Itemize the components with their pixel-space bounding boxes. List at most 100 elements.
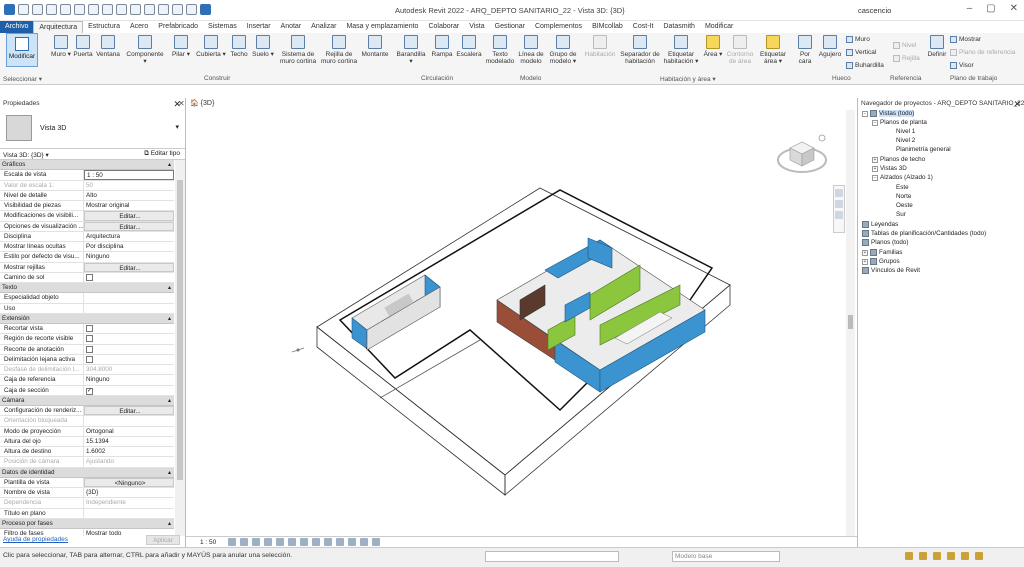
thin-lines-icon[interactable]	[186, 4, 197, 15]
property-group-header[interactable]: Cámara ▴	[0, 395, 174, 406]
component-button[interactable]: Componente ▾	[124, 35, 166, 65]
set-workplane-button[interactable]: Definir	[926, 35, 948, 58]
property-value[interactable]	[84, 293, 174, 302]
property-group-header[interactable]: Extensión ▴	[0, 313, 174, 324]
select-links-icon[interactable]	[905, 552, 913, 560]
switch-windows-icon[interactable]	[200, 4, 211, 15]
area-boundary-button[interactable]: Contorno de área	[724, 35, 756, 65]
edit-type-button[interactable]: ⧉ Editar tipo	[144, 150, 180, 158]
chevron-down-icon[interactable]: ▾	[175, 123, 179, 131]
modify-button[interactable]: Modificar	[6, 33, 38, 67]
tree-node[interactable]: Planimetría general	[896, 146, 951, 153]
stair-button[interactable]: Escalera	[456, 35, 482, 58]
tab-gestionar[interactable]: Gestionar	[490, 21, 530, 33]
collapse-icon[interactable]: ▴	[168, 519, 171, 529]
view-scrollbar[interactable]	[846, 110, 855, 536]
tab-estructura[interactable]: Estructura	[83, 21, 125, 33]
property-value[interactable]: Alto	[84, 191, 174, 200]
property-value[interactable]: Editar...	[84, 211, 174, 221]
property-value[interactable]: Editar...	[84, 406, 174, 416]
ramp-button[interactable]: Rampa	[430, 35, 454, 58]
close-view-icon[interactable]: ✕	[178, 99, 185, 108]
open-icon[interactable]	[18, 4, 29, 15]
tree-node[interactable]: − Alzados (Alzado 1)	[872, 174, 933, 181]
pan-icon[interactable]	[835, 211, 843, 219]
property-value[interactable]: Ninguno	[84, 252, 174, 261]
property-value[interactable]: Por disciplina	[84, 242, 174, 251]
tree-node[interactable]: Oeste	[896, 202, 913, 209]
undo-icon[interactable]	[60, 4, 71, 15]
ceiling-button[interactable]: Techo	[228, 35, 250, 58]
sun-path-icon[interactable]	[252, 538, 260, 546]
show-crop-icon[interactable]	[300, 538, 308, 546]
visual-style-icon[interactable]	[240, 538, 248, 546]
tab-sistemas[interactable]: Sistemas	[203, 21, 242, 33]
tab-datasmith[interactable]: Datasmith	[658, 21, 700, 33]
tab-colaborar[interactable]: Colaborar	[423, 21, 464, 33]
tag-room-button[interactable]: Etiquetar habitación ▾	[662, 35, 700, 65]
print-icon[interactable]	[88, 4, 99, 15]
wall-button[interactable]: Muro ▾	[50, 35, 72, 58]
property-value[interactable]: 1.6002	[84, 447, 174, 456]
tree-node[interactable]: Este	[896, 184, 909, 191]
tab-vista[interactable]: Vista	[464, 21, 489, 33]
property-value[interactable]	[84, 509, 174, 518]
viewcube[interactable]	[776, 130, 828, 180]
tab-anotar[interactable]: Anotar	[276, 21, 307, 33]
area-button[interactable]: Área ▾	[702, 35, 724, 58]
checkbox[interactable]	[86, 335, 93, 343]
scroll-thumb[interactable]	[177, 180, 183, 480]
checkbox[interactable]	[86, 273, 93, 281]
panel-habitacion-area[interactable]: Habitación y área ▾	[660, 75, 716, 83]
instance-filter[interactable]: Vista 3D: {3D} ▾ ⧉ Editar tipo	[0, 149, 185, 160]
measure-icon[interactable]	[102, 4, 113, 15]
close-icon[interactable]: ✕	[1013, 99, 1021, 110]
model-text-button[interactable]: Texto modelado	[484, 35, 516, 65]
steering-wheel-icon[interactable]	[835, 189, 843, 197]
tab-complementos[interactable]: Complementos	[530, 21, 587, 33]
curtain-system-button[interactable]: Sistema de muro cortina	[276, 35, 320, 65]
tab-cost-it[interactable]: Cost-It	[628, 21, 659, 33]
property-value[interactable]: Ortogonal	[84, 427, 174, 436]
select-dropdown[interactable]: Seleccionar ▾	[3, 75, 42, 83]
railing-button[interactable]: Barandilla ▾	[396, 35, 426, 65]
tab-analizar[interactable]: Analizar	[306, 21, 341, 33]
checkbox[interactable]	[86, 325, 93, 332]
save-icon[interactable]	[32, 4, 43, 15]
tab-bimcollab[interactable]: BIMcollab	[587, 21, 628, 33]
design-option-selector[interactable]: Modelo base	[672, 551, 780, 562]
property-group-header[interactable]: Gráficos ▴	[0, 160, 174, 171]
property-value[interactable]: 15.1394	[84, 437, 174, 446]
user-name[interactable]: cascencio	[858, 6, 891, 15]
tree-node[interactable]: Nivel 1	[896, 128, 915, 135]
minimize-icon[interactable]: –	[967, 3, 973, 14]
redo-icon[interactable]	[74, 4, 85, 15]
window-button[interactable]: Ventana	[94, 35, 122, 58]
select-pinned-icon[interactable]	[933, 552, 941, 560]
collapse-icon[interactable]: ▴	[168, 160, 171, 170]
tab-modificar[interactable]: Modificar	[700, 21, 738, 33]
tag-icon[interactable]	[130, 4, 141, 15]
properties-scrollbar[interactable]	[175, 160, 185, 536]
tab-masa[interactable]: Masa y emplazamiento	[341, 21, 423, 33]
tree-node[interactable]: Sur	[896, 211, 906, 218]
tree-node[interactable]: − Planos de planta	[872, 119, 927, 126]
dimension-icon[interactable]	[116, 4, 127, 15]
apply-button[interactable]: Aplicar	[146, 535, 180, 545]
close-icon[interactable]: ✕	[1010, 3, 1018, 14]
by-face-button[interactable]: Por cara	[794, 35, 816, 65]
tab-archivo[interactable]: Archivo	[0, 21, 34, 33]
level-button[interactable]: Nivel	[893, 42, 916, 49]
property-group-header[interactable]: Texto ▴	[0, 283, 174, 294]
grid-button[interactable]: Rejilla	[893, 55, 920, 62]
unlock-view-icon[interactable]	[312, 538, 320, 546]
zoom-icon[interactable]	[835, 200, 843, 208]
worksharing-icon[interactable]	[348, 538, 356, 546]
column-button[interactable]: Pilar ▾	[170, 35, 192, 58]
tag-area-button[interactable]: Etiquetar área ▾	[758, 35, 788, 65]
tab-insertar[interactable]: Insertar	[242, 21, 276, 33]
property-group-header[interactable]: Datos de identidad ▴	[0, 467, 174, 478]
highlight-displacement-icon[interactable]	[372, 538, 380, 546]
sync-icon[interactable]	[46, 4, 57, 15]
analytical-model-icon[interactable]	[360, 538, 368, 546]
